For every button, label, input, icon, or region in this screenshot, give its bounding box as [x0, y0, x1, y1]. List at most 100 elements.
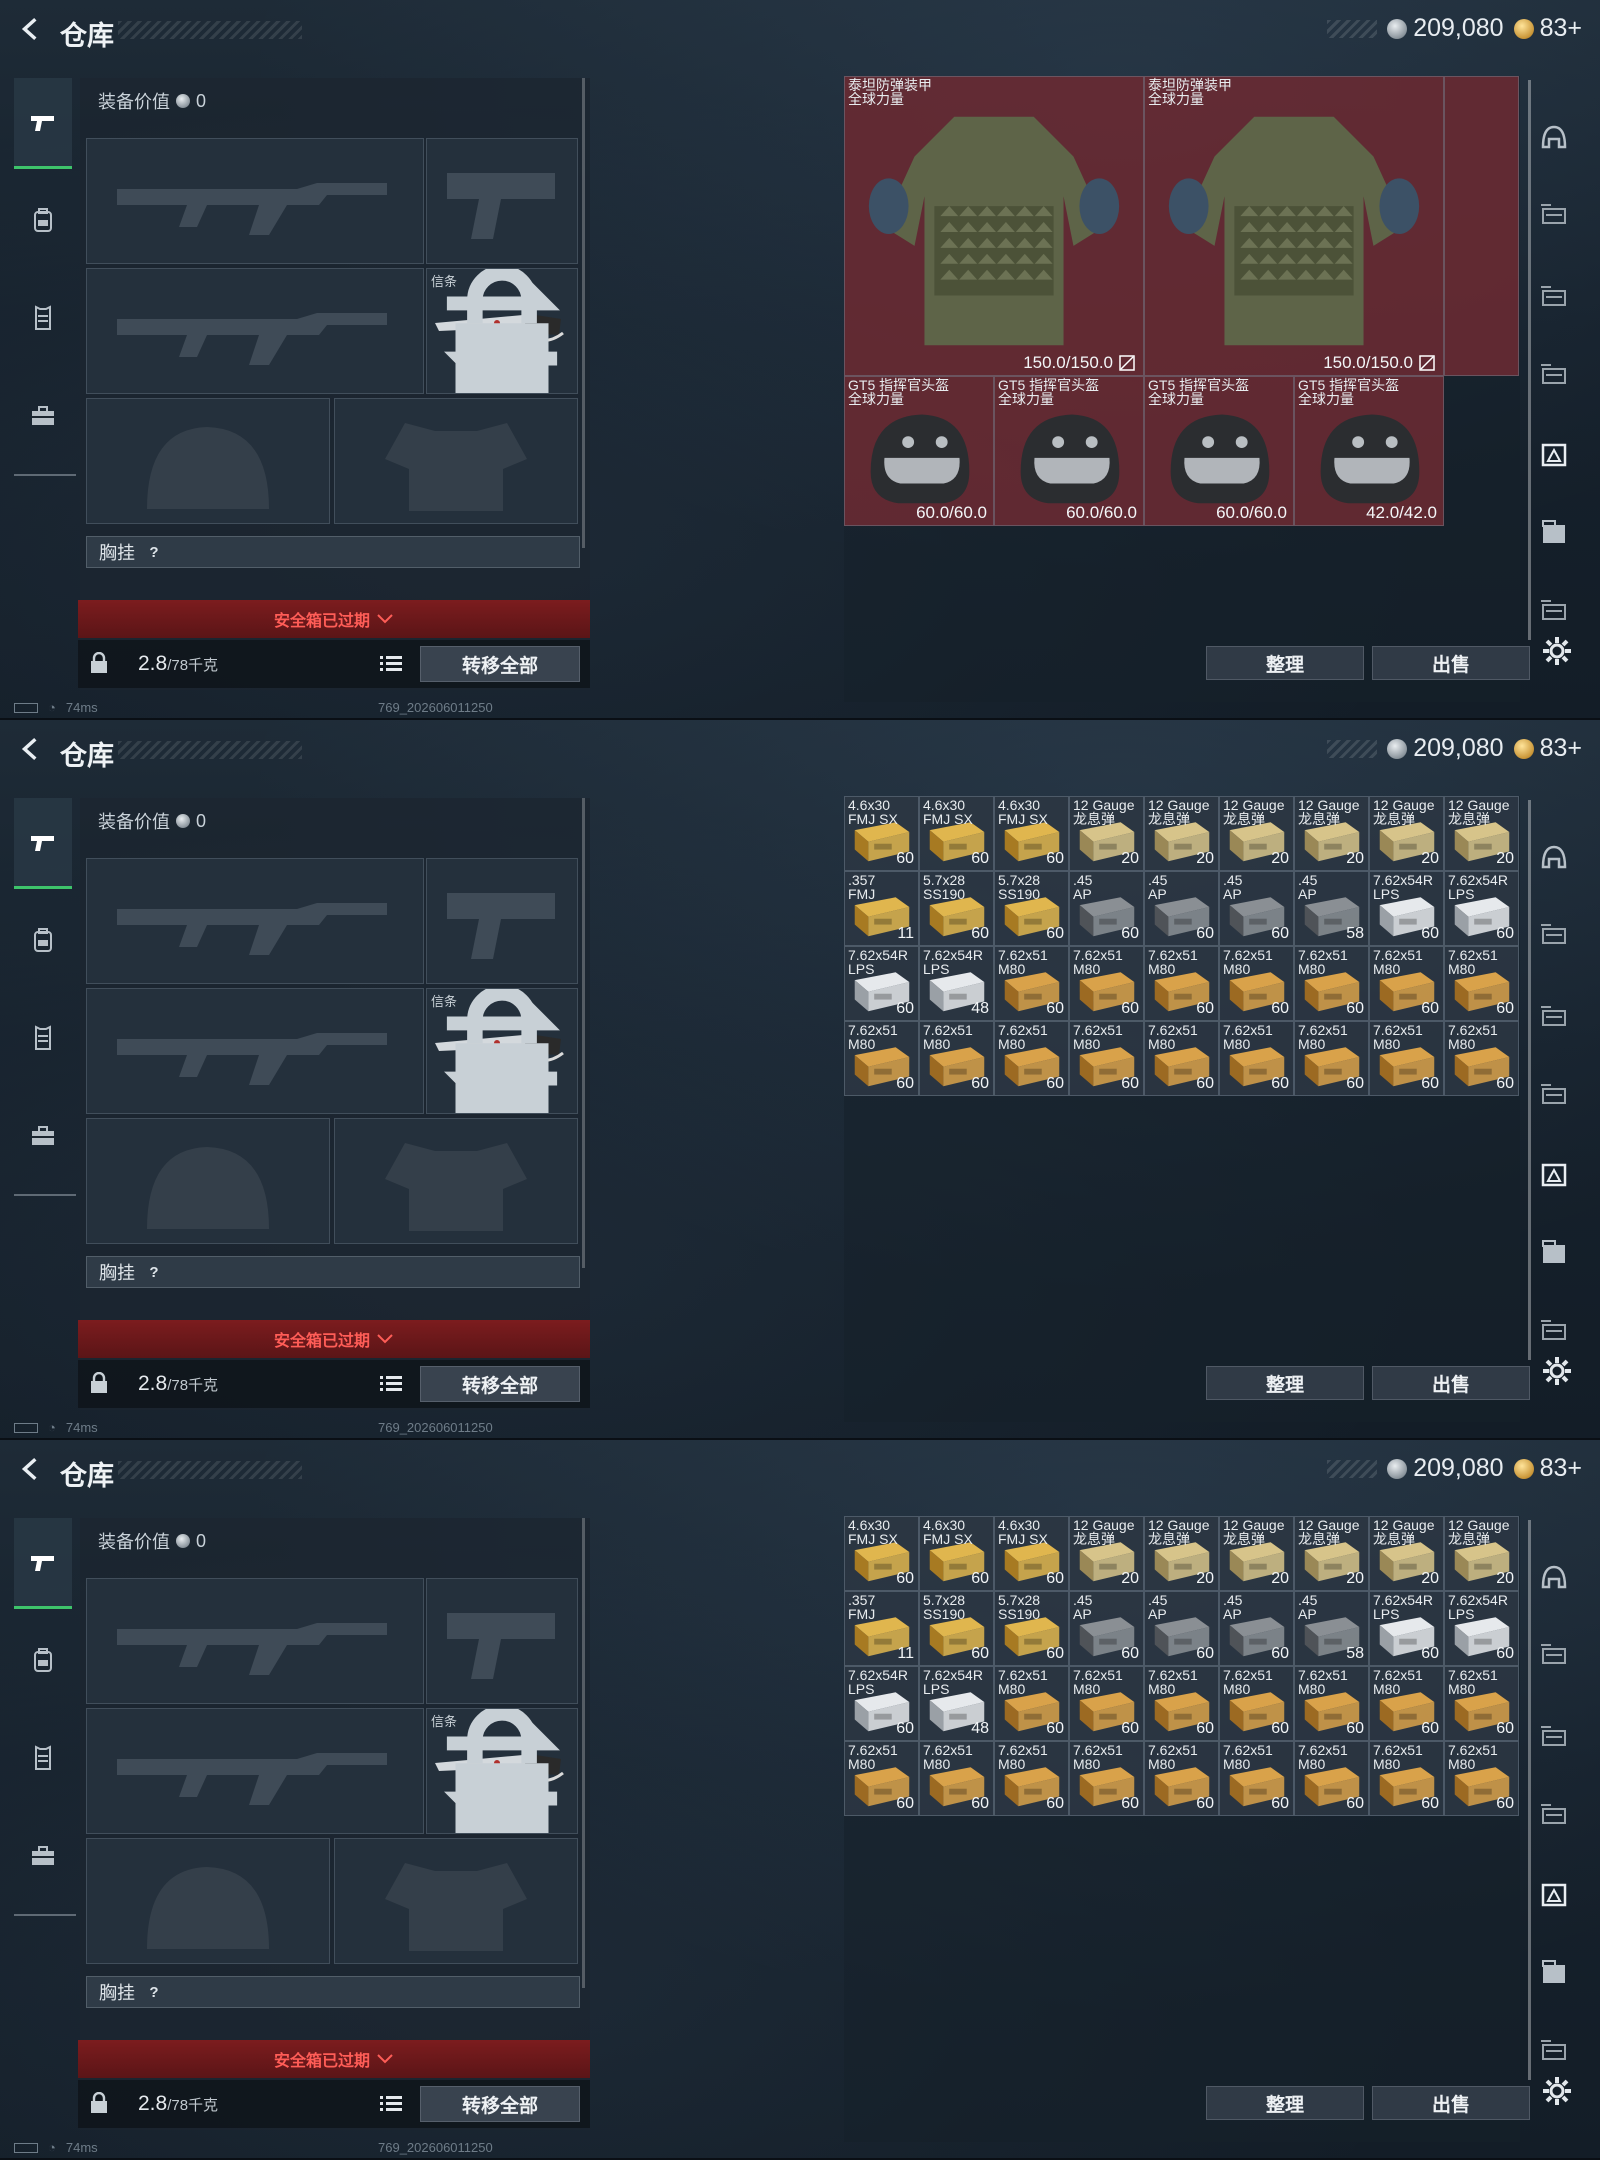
ammo-item[interactable]: 12 Gauge 龙息弹 20: [1144, 1516, 1219, 1591]
ammo-item[interactable]: 5.7x28 SS190 60: [919, 871, 994, 946]
ammo-item[interactable]: 7.62x51 M80 60: [1144, 1021, 1219, 1096]
primary-weapon-slot[interactable]: [86, 138, 424, 264]
storage-scrollbar[interactable]: [1528, 1520, 1531, 2080]
ammo-item[interactable]: .45 AP 60: [1144, 871, 1219, 946]
helmet-slot[interactable]: [86, 1838, 330, 1964]
help-icon[interactable]: ?: [145, 1263, 163, 1281]
gear-icon[interactable]: [1540, 2074, 1574, 2108]
ammo-item[interactable]: .357 FMJ 11: [844, 1591, 919, 1666]
sort-button[interactable]: 整理: [1206, 2086, 1364, 2120]
filter-armor-level-3[interactable]: [1534, 1636, 1574, 1676]
filter-case[interactable]: [1534, 1874, 1574, 1914]
tab-backpack[interactable]: [14, 176, 72, 264]
ammo-item[interactable]: 7.62x51 M80 60: [994, 1666, 1069, 1741]
ammo-item[interactable]: 12 Gauge 龙息弹 20: [1219, 1516, 1294, 1591]
ammo-item[interactable]: 12 Gauge 龙息弹 20: [1069, 1516, 1144, 1591]
helmet-item[interactable]: GT5 指挥官头盔 全球力量 60.0/60.0: [994, 376, 1144, 526]
ammo-item[interactable]: 4.6x30 FMJ SX 60: [994, 1516, 1069, 1591]
ammo-item[interactable]: 7.62x51 M80 60: [1369, 946, 1444, 1021]
safe-box-expired-banner[interactable]: 安全箱已过期: [78, 2040, 590, 2078]
filter-armor-level-3[interactable]: [1534, 916, 1574, 956]
filter-box[interactable]: [1534, 1232, 1574, 1272]
ammo-item[interactable]: 7.62x51 M80 60: [1219, 946, 1294, 1021]
storage-scrollbar[interactable]: [1528, 800, 1531, 1360]
back-button[interactable]: [14, 12, 48, 46]
tab-weapons[interactable]: [14, 78, 72, 169]
sort-button[interactable]: 整理: [1206, 646, 1364, 680]
ammo-item[interactable]: 5.7x28 SS190 60: [994, 1591, 1069, 1666]
ammo-item[interactable]: 7.62x51 M80 60: [1294, 1741, 1369, 1816]
ammo-item[interactable]: 7.62x51 M80 60: [1069, 1741, 1144, 1816]
secondary-weapon-slot[interactable]: [86, 988, 424, 1114]
ammo-item[interactable]: .45 AP 58: [1294, 1591, 1369, 1666]
sell-button[interactable]: 出售: [1372, 646, 1530, 680]
ammo-item[interactable]: 7.62x51 M80 60: [1144, 946, 1219, 1021]
ammo-item[interactable]: 12 Gauge 龙息弹 20: [1369, 796, 1444, 871]
gold-currency[interactable]: 83+: [1513, 734, 1582, 763]
tab-vest[interactable]: [14, 274, 72, 362]
ammo-item[interactable]: 7.62x51 M80 60: [844, 1741, 919, 1816]
ammo-item[interactable]: 7.62x54R LPS 48: [919, 1666, 994, 1741]
primary-weapon-slot[interactable]: [86, 858, 424, 984]
ammo-item[interactable]: 12 Gauge 龙息弹 20: [1444, 1516, 1519, 1591]
ammo-item[interactable]: 7.62x51 M80 60: [1369, 1741, 1444, 1816]
ammo-item[interactable]: 7.62x54R LPS 60: [844, 946, 919, 1021]
armor-slot[interactable]: [334, 398, 578, 524]
filter-helmet[interactable]: [1534, 1558, 1574, 1598]
armor-slot[interactable]: [334, 1838, 578, 1964]
filter-rig[interactable]: [1534, 1076, 1574, 1116]
equipment-scrollbar[interactable]: [582, 798, 585, 1268]
ammo-item[interactable]: 7.62x51 M80 60: [1069, 1666, 1144, 1741]
chest-rig-slot[interactable]: 胸挂 ?: [86, 1256, 580, 1288]
ammo-item[interactable]: 7.62x51 M80 60: [994, 1021, 1069, 1096]
ammo-item[interactable]: 7.62x51 M80 60: [1294, 946, 1369, 1021]
ammo-item[interactable]: 4.6x30 FMJ SX 60: [919, 1516, 994, 1591]
transfer-all-button[interactable]: 转移全部: [420, 1366, 580, 1402]
tab-case[interactable]: [14, 1812, 72, 1900]
help-icon[interactable]: ?: [145, 1983, 163, 2001]
ammo-item[interactable]: 7.62x51 M80 60: [1219, 1741, 1294, 1816]
ammo-item[interactable]: 12 Gauge 龙息弹 20: [1294, 796, 1369, 871]
ammo-item[interactable]: 12 Gauge 龙息弹 20: [1444, 796, 1519, 871]
ammo-item[interactable]: .45 AP 60: [1219, 871, 1294, 946]
tab-vest[interactable]: [14, 994, 72, 1082]
ammo-item[interactable]: .45 AP 60: [1144, 1591, 1219, 1666]
secondary-weapon-slot[interactable]: [86, 1708, 424, 1834]
equipment-scrollbar[interactable]: [582, 78, 585, 548]
ammo-item[interactable]: 7.62x51 M80 60: [1444, 946, 1519, 1021]
ammo-item[interactable]: 7.62x51 M80 60: [844, 1021, 919, 1096]
ammo-item[interactable]: 7.62x54R LPS 60: [1444, 871, 1519, 946]
silver-currency[interactable]: 209,080: [1387, 1454, 1504, 1483]
silver-currency[interactable]: 209,080: [1387, 14, 1504, 43]
ammo-item[interactable]: 7.62x51 M80 60: [1444, 1666, 1519, 1741]
filter-case[interactable]: [1534, 1154, 1574, 1194]
filter-rig[interactable]: [1534, 356, 1574, 396]
armor-slot[interactable]: [334, 1118, 578, 1244]
chest-rig-slot[interactable]: 胸挂 ?: [86, 1976, 580, 2008]
ammo-item[interactable]: 7.62x51 M80 60: [1294, 1021, 1369, 1096]
armor-item[interactable]: 泰坦防弹装甲 全球力量 150.0/150.0: [1144, 76, 1444, 376]
filter-armor-level-4[interactable]: [1534, 998, 1574, 1038]
tab-backpack[interactable]: [14, 896, 72, 984]
pistol-slot[interactable]: [426, 138, 578, 264]
helmet-slot[interactable]: [86, 398, 330, 524]
ammo-item[interactable]: 7.62x51 M80 60: [919, 1021, 994, 1096]
filter-box[interactable]: [1534, 1952, 1574, 1992]
sell-button[interactable]: 出售: [1372, 1366, 1530, 1400]
ammo-item[interactable]: 12 Gauge 龙息弹 20: [1144, 796, 1219, 871]
helmet-slot[interactable]: [86, 1118, 330, 1244]
equipment-scrollbar[interactable]: [582, 1518, 585, 1988]
melee-slot[interactable]: 信条: [426, 988, 578, 1114]
primary-weapon-slot[interactable]: [86, 1578, 424, 1704]
ammo-item[interactable]: 12 Gauge 龙息弹 20: [1069, 796, 1144, 871]
ammo-item[interactable]: 7.62x51 M80 60: [994, 946, 1069, 1021]
help-icon[interactable]: ?: [145, 543, 163, 561]
pistol-slot[interactable]: [426, 858, 578, 984]
ammo-item[interactable]: 7.62x51 M80 60: [1444, 1741, 1519, 1816]
ammo-item[interactable]: 4.6x30 FMJ SX 60: [994, 796, 1069, 871]
melee-slot[interactable]: 信条: [426, 268, 578, 394]
gear-icon[interactable]: [1540, 1354, 1574, 1388]
list-button[interactable]: [376, 2090, 406, 2118]
ammo-item[interactable]: 7.62x51 M80 60: [1144, 1666, 1219, 1741]
ammo-item[interactable]: 4.6x30 FMJ SX 60: [844, 796, 919, 871]
